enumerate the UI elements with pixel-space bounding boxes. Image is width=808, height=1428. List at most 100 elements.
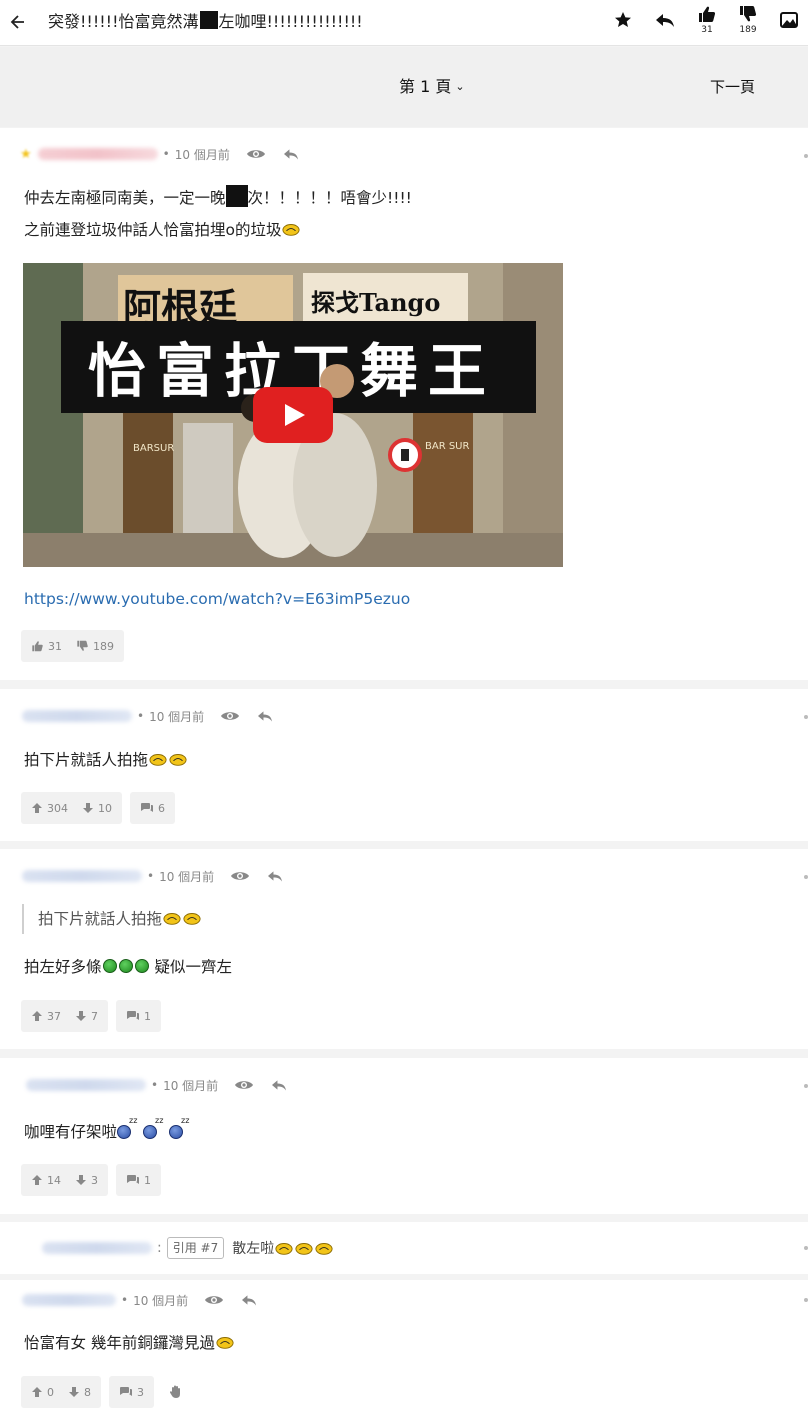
arrow-down-icon <box>76 1175 86 1185</box>
reply-count: 1 <box>144 1009 151 1023</box>
upvote-count: 304 <box>47 801 68 815</box>
member-star-icon: ★ <box>20 146 32 162</box>
replies-chip[interactable]: 3 <box>109 1376 154 1408</box>
vote-chip[interactable]: 0 8 <box>21 1376 101 1408</box>
more-options-icon[interactable] <box>804 715 808 719</box>
vote-chip[interactable]: 31 189 <box>21 630 124 662</box>
more-options-icon[interactable] <box>804 1298 808 1302</box>
post-meta: ★ • 10 個月前 <box>20 144 300 164</box>
more-options-icon[interactable] <box>804 875 808 879</box>
post-1: ★ • 10 個月前 仲去左南極同南美，一定一晚 次！！！！！唔會少!!!! 之前… <box>0 128 808 680</box>
dislike-button[interactable]: 189 <box>735 5 761 35</box>
back-arrow-icon[interactable] <box>10 10 32 34</box>
reply-icon[interactable] <box>270 1078 288 1092</box>
comment-icon <box>141 803 153 812</box>
downvote-count: 189 <box>93 639 114 653</box>
post-time: 10 個月前 <box>159 869 215 884</box>
username-blurred[interactable] <box>22 1294 116 1306</box>
post-actions: 0 8 3 <box>21 1376 190 1408</box>
eye-icon[interactable] <box>246 147 266 161</box>
next-page-button[interactable]: 下一頁 <box>710 77 755 97</box>
post-6: • 10 個月前 怡富有女 幾年前銅鑼灣見過 0 8 3 <box>0 1280 808 1428</box>
green-face-emoji-icon <box>118 959 133 973</box>
thumbs-up-icon <box>32 641 43 652</box>
reply-count: 3 <box>137 1385 144 1399</box>
like-button[interactable]: 31 <box>694 5 720 35</box>
redaction-block <box>199 11 218 29</box>
chevron-down-icon: ⌄ <box>455 80 465 93</box>
eye-icon[interactable] <box>220 709 240 723</box>
vote-chip[interactable]: 304 10 <box>21 792 122 824</box>
post-meta: • 10 個月前 <box>20 1290 258 1310</box>
sweat-emoji-icon <box>149 754 167 766</box>
post-time: 10 個月前 <box>133 1293 189 1308</box>
reply-count: 1 <box>144 1173 151 1187</box>
star-icon[interactable] <box>610 8 636 36</box>
post-3: • 10 個月前 拍下片就話人拍拖 拍左好多條 疑似一齊左 37 7 1 <box>0 849 808 1049</box>
more-options-icon[interactable] <box>804 154 808 158</box>
comment-icon <box>127 1011 139 1020</box>
replies-chip[interactable]: 1 <box>116 1164 161 1196</box>
reply-icon[interactable] <box>652 8 678 36</box>
vote-chip[interactable]: 14 3 <box>21 1164 108 1196</box>
post-4: • 10 個月前 咖哩有仔架啦 zz zz zz 14 3 1 <box>0 1058 808 1214</box>
thumbs-down-icon <box>77 640 88 651</box>
youtube-link[interactable]: https://www.youtube.com/watch?v=E63imP5e… <box>24 588 410 610</box>
page-label: 第 1 頁 <box>399 77 452 96</box>
sweat-emoji-icon <box>282 224 301 236</box>
replies-chip[interactable]: 6 <box>130 792 175 824</box>
username-blurred[interactable] <box>37 148 158 160</box>
eye-icon[interactable] <box>230 869 250 883</box>
post-time: 10 個月前 <box>163 1078 219 1093</box>
redaction-block <box>225 185 248 207</box>
reply-icon[interactable] <box>256 709 274 723</box>
vote-chip[interactable]: 37 7 <box>21 1000 108 1032</box>
post-body: 怡富有女 幾年前銅鑼灣見過 <box>24 1327 235 1359</box>
green-face-emoji-icon <box>134 959 149 973</box>
replies-chip[interactable]: 1 <box>116 1000 161 1032</box>
reply-icon[interactable] <box>282 147 300 161</box>
post-actions: 14 3 1 <box>21 1164 161 1196</box>
reply-icon[interactable] <box>240 1293 258 1307</box>
upvote-count: 31 <box>48 639 62 653</box>
like-count: 31 <box>701 25 713 35</box>
sleeping-emoji-icon: zz <box>117 1117 143 1139</box>
eye-icon[interactable] <box>234 1078 254 1092</box>
thread-title-part-1: 突發!!!!!!怡富竟然溝 <box>48 12 199 31</box>
quote-reference-tag[interactable]: 引用 #7 <box>166 1237 225 1259</box>
reply-count: 6 <box>158 801 165 815</box>
sweat-emoji-icon <box>183 913 201 925</box>
hand-icon[interactable] <box>162 1376 190 1408</box>
upvote-count: 14 <box>47 1173 61 1187</box>
page-navigation: 第 1 頁 ⌄ 下一頁 <box>0 47 808 127</box>
post-meta: • 10 個月前 <box>20 1075 288 1095</box>
sweat-emoji-icon <box>163 913 181 925</box>
more-options-icon[interactable] <box>804 1084 808 1088</box>
post-actions: 304 10 6 <box>21 792 175 824</box>
post-body: 拍左好多條 疑似一齊左 <box>24 958 232 976</box>
username-blurred[interactable] <box>26 1079 146 1091</box>
post-body-line-2: 之前連登垃圾仲話人恰富拍埋o的垃圾 <box>24 214 301 246</box>
arrow-up-icon <box>32 803 42 813</box>
eye-icon[interactable] <box>204 1293 224 1307</box>
post-body: 咖哩有仔架啦 zz zz zz <box>24 1116 195 1148</box>
comment-icon <box>120 1387 132 1396</box>
top-bar: 突發!!!!!!怡富竟然溝 左咖哩!!!!!!!!!!!!!!! 31 189 <box>0 0 808 46</box>
username-blurred[interactable] <box>22 710 132 722</box>
downvote-count: 10 <box>98 801 112 815</box>
page-selector[interactable]: 第 1 頁 ⌄ <box>399 77 465 97</box>
arrow-up-icon <box>32 1387 42 1397</box>
more-options-icon[interactable] <box>804 1246 808 1250</box>
post-2: • 10 個月前 拍下片就話人拍拖 304 10 6 <box>0 689 808 841</box>
post-body: 散左啦 <box>232 1241 275 1257</box>
username-blurred[interactable] <box>42 1242 152 1254</box>
sweat-emoji-icon <box>275 1243 293 1255</box>
arrow-down-icon <box>69 1387 79 1397</box>
reply-icon[interactable] <box>266 869 284 883</box>
username-blurred[interactable] <box>22 870 142 882</box>
play-button-icon[interactable] <box>253 387 333 443</box>
youtube-embed[interactable]: 阿根廷 探戈Tango 怡富拉丁舞王 BARSUR BAR SUR <box>23 263 563 567</box>
image-mode-icon[interactable] <box>776 8 802 36</box>
dislike-count: 189 <box>739 25 757 35</box>
arrow-up-icon <box>32 1011 42 1021</box>
